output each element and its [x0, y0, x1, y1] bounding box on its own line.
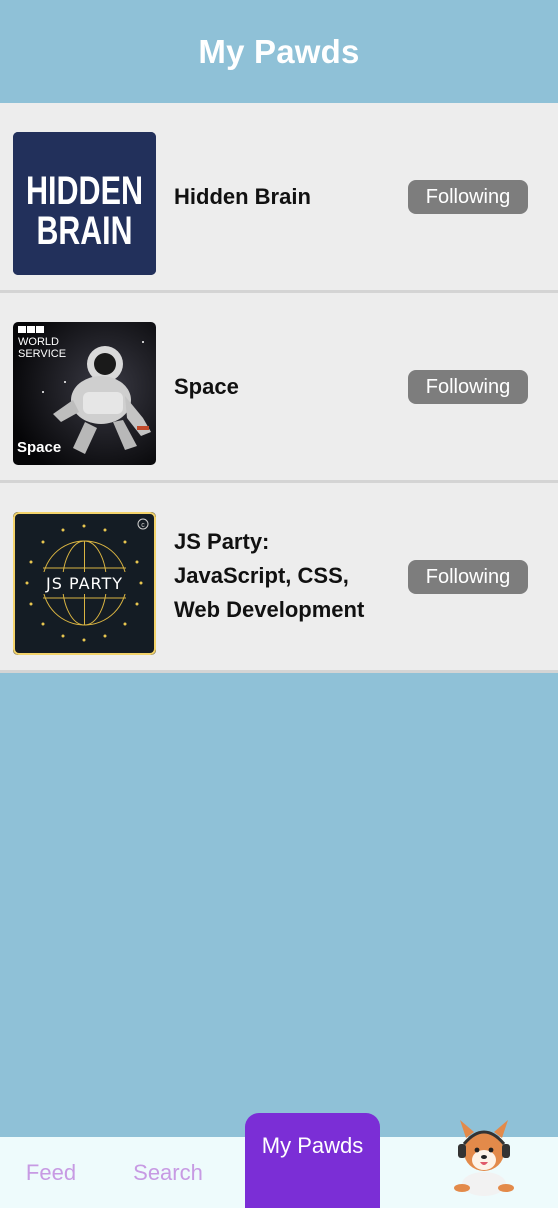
js-party-cover: JS PARTY c	[13, 512, 156, 655]
app-header: My Pawds	[0, 0, 558, 103]
podcast-title: JS Party: JavaScript, CSS, Web Developme…	[174, 529, 365, 622]
cover-line-2: BRAIN	[37, 209, 133, 253]
space-cover-art: WORLD SERVICE Space	[13, 322, 156, 465]
cover-badge: c	[141, 522, 145, 529]
cover-line-2: SERVICE	[18, 348, 66, 360]
cover-line-1: WORLD	[18, 336, 59, 348]
bbc-logo	[18, 326, 44, 333]
tab-feed[interactable]: Feed	[12, 1137, 90, 1208]
following-button[interactable]: Following	[408, 370, 528, 404]
podcast-title: Space	[174, 374, 239, 399]
following-button[interactable]: Following	[408, 180, 528, 214]
hidden-brain-cover-art: HIDDEN BRAIN	[13, 132, 156, 275]
space-cover: WORLD SERVICE Space	[13, 322, 156, 465]
podcast-list: HIDDEN BRAIN Hidden Brain Following WORL…	[0, 103, 558, 673]
page-title: My Pawds	[198, 32, 360, 70]
js-party-cover-art: JS PARTY c	[13, 512, 156, 655]
podcast-row-hidden-brain[interactable]: HIDDEN BRAIN Hidden Brain Following	[0, 103, 558, 293]
cover-line-1: HIDDEN	[26, 169, 143, 213]
podcast-row-js-party[interactable]: JS PARTY c JS Party: JavaScript, CSS, We…	[0, 483, 558, 673]
cover-caption: Space	[17, 439, 61, 456]
corgi-headphones-icon[interactable]	[446, 1118, 520, 1198]
following-button[interactable]: Following	[408, 560, 528, 594]
tab-my-pawds[interactable]: My Pawds	[245, 1113, 380, 1208]
podcast-row-space[interactable]: WORLD SERVICE Space Space Following	[0, 293, 558, 483]
podcast-title: Hidden Brain	[174, 184, 311, 209]
hidden-brain-cover: HIDDEN BRAIN	[13, 132, 156, 275]
tab-search[interactable]: Search	[123, 1137, 213, 1208]
cover-text: JS PARTY	[45, 574, 123, 593]
